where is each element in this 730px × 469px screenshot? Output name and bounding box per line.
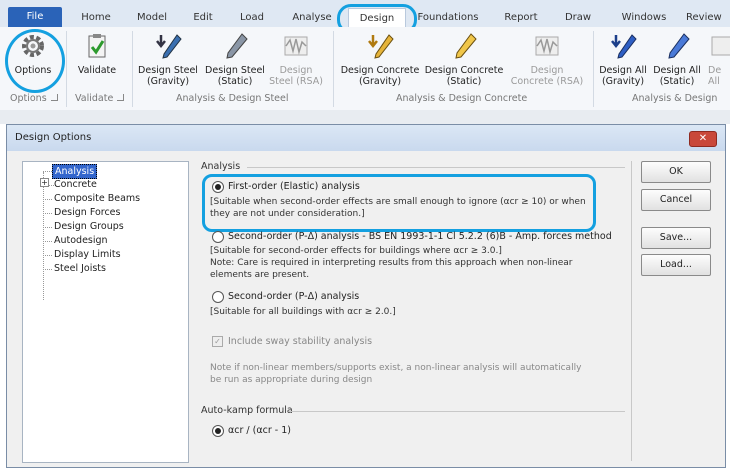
second-order-amp-label: Second-order (P-Δ) analysis - BS EN 1993… (228, 231, 612, 242)
design-concrete-rsa-button[interactable]: Design Concrete (RSA) (508, 31, 586, 87)
tree-item-steel-joists[interactable]: Steel Joists (52, 262, 108, 275)
validate-label: Validate (77, 65, 117, 76)
second-order-amp-note-2: Note: Care is required in interpreting r… (210, 258, 573, 268)
tab-home[interactable]: Home (76, 9, 116, 26)
group-all-label: Analysis & Design (632, 93, 718, 104)
spectrum-icon (535, 36, 559, 56)
tab-draw[interactable]: Draw (558, 9, 598, 26)
first-order-note-2: they are not under consideration.] (210, 209, 365, 219)
group-concrete-label: Analysis & Design Concrete (396, 93, 528, 104)
validate-button[interactable]: Validate (74, 31, 120, 76)
tree-expander[interactable]: + (40, 178, 49, 187)
load-button[interactable]: Load... (641, 254, 711, 276)
pencil-gravity-icon (368, 34, 394, 59)
design-concrete-gravity-button[interactable]: Design Concrete (Gravity) (338, 31, 422, 87)
dialog-title-bar: Design Options ✕ (7, 125, 725, 151)
tab-analyse[interactable]: Analyse (286, 9, 338, 26)
background-panels (0, 110, 730, 124)
design-all-static-button[interactable]: Design All (Static) (652, 31, 702, 87)
tab-report[interactable]: Report (496, 9, 546, 26)
options-tree: Analysis + Concrete Composite Beams Desi… (22, 161, 189, 463)
section-analysis-label: Analysis (201, 161, 241, 172)
dialog-title: Design Options (15, 132, 92, 143)
tree-item-composite-beams[interactable]: Composite Beams (52, 192, 142, 205)
tree-item-design-forces[interactable]: Design Forces (52, 206, 122, 219)
design-steel-rsa-button[interactable]: Design Steel (RSA) (268, 31, 324, 87)
second-order-note-1: [Suitable for all buildings with αcr ≥ 2… (210, 307, 396, 317)
close-button[interactable]: ✕ (689, 131, 717, 147)
options-label: Options (14, 65, 52, 76)
pencil-icon (668, 33, 690, 59)
design-all-partial-button[interactable]: De All (708, 31, 730, 87)
design-all-gravity-button[interactable]: Design All (Gravity) (598, 31, 648, 87)
design-steel-gravity-button[interactable]: Design Steel (Gravity) (136, 31, 200, 87)
pencil-gravity-icon (156, 34, 182, 59)
kamp-formula-label: αcr / (αcr - 1) (228, 425, 291, 436)
nonlinear-note-2: be run as appropriate during design (210, 375, 373, 385)
gear-icon (22, 35, 44, 57)
tab-model[interactable]: Model (130, 9, 174, 26)
ribbon-tab-bar: File Home Model Edit Load Analyse Design… (0, 0, 730, 28)
tab-foundations[interactable]: Foundations (414, 9, 482, 26)
design-options-dialog: Design Options ✕ Analysis + Concrete Com… (6, 124, 726, 468)
radio-second-order[interactable] (212, 291, 224, 303)
design-steel-static-button[interactable]: Design Steel (Static) (203, 31, 267, 87)
sway-stability-checkbox[interactable]: ✓ (212, 336, 223, 347)
tree-item-analysis[interactable]: Analysis (52, 164, 98, 179)
radio-first-order[interactable] (212, 181, 224, 193)
pencil-gravity-icon (611, 34, 637, 59)
design-concrete-static-button[interactable]: Design Concrete (Static) (424, 31, 504, 87)
second-order-amp-note-3: elements are present. (210, 270, 310, 280)
group-steel-label: Analysis & Design Steel (176, 93, 289, 104)
second-order-amp-note-1: [Suitable for second-order effects for b… (210, 246, 502, 256)
section-kamp-label: Auto-kamp formula (201, 405, 293, 416)
second-order-label: Second-order (P-Δ) analysis (228, 291, 360, 302)
ribbon: Options Options Validate Validate Design… (0, 27, 730, 111)
cancel-button[interactable]: Cancel (641, 189, 711, 211)
radio-kamp-formula[interactable] (212, 425, 224, 437)
options-button[interactable]: Options (8, 31, 58, 76)
checklist-icon (88, 34, 106, 58)
group-options-label: Options (10, 93, 58, 104)
tree-item-design-groups[interactable]: Design Groups (52, 220, 126, 233)
first-order-note-1: [Suitable when second-order effects are … (210, 197, 586, 207)
first-order-label: First-order (Elastic) analysis (228, 181, 360, 192)
sway-stability-label: Include sway stability analysis (228, 336, 373, 347)
group-validate-label: Validate (75, 93, 125, 104)
tab-review[interactable]: Review (686, 9, 730, 26)
tab-design[interactable]: Design (348, 8, 406, 28)
pencil-icon (226, 33, 248, 59)
tab-edit[interactable]: Edit (186, 9, 220, 26)
tree-item-display-limits[interactable]: Display Limits (52, 248, 123, 261)
tab-windows[interactable]: Windows (612, 9, 676, 26)
spectrum-icon (284, 36, 308, 56)
pencil-icon (455, 33, 477, 59)
radio-second-order-amp[interactable] (212, 231, 224, 243)
tree-item-concrete[interactable]: Concrete (52, 178, 99, 191)
tree-item-autodesign[interactable]: Autodesign (52, 234, 110, 247)
spectrum-icon (711, 36, 730, 56)
nonlinear-note-1: Note if non-linear members/supports exis… (210, 363, 582, 373)
tab-load[interactable]: Load (232, 9, 272, 26)
tab-file[interactable]: File (8, 7, 62, 27)
ok-button[interactable]: OK (641, 161, 711, 183)
save-button[interactable]: Save... (641, 227, 711, 249)
